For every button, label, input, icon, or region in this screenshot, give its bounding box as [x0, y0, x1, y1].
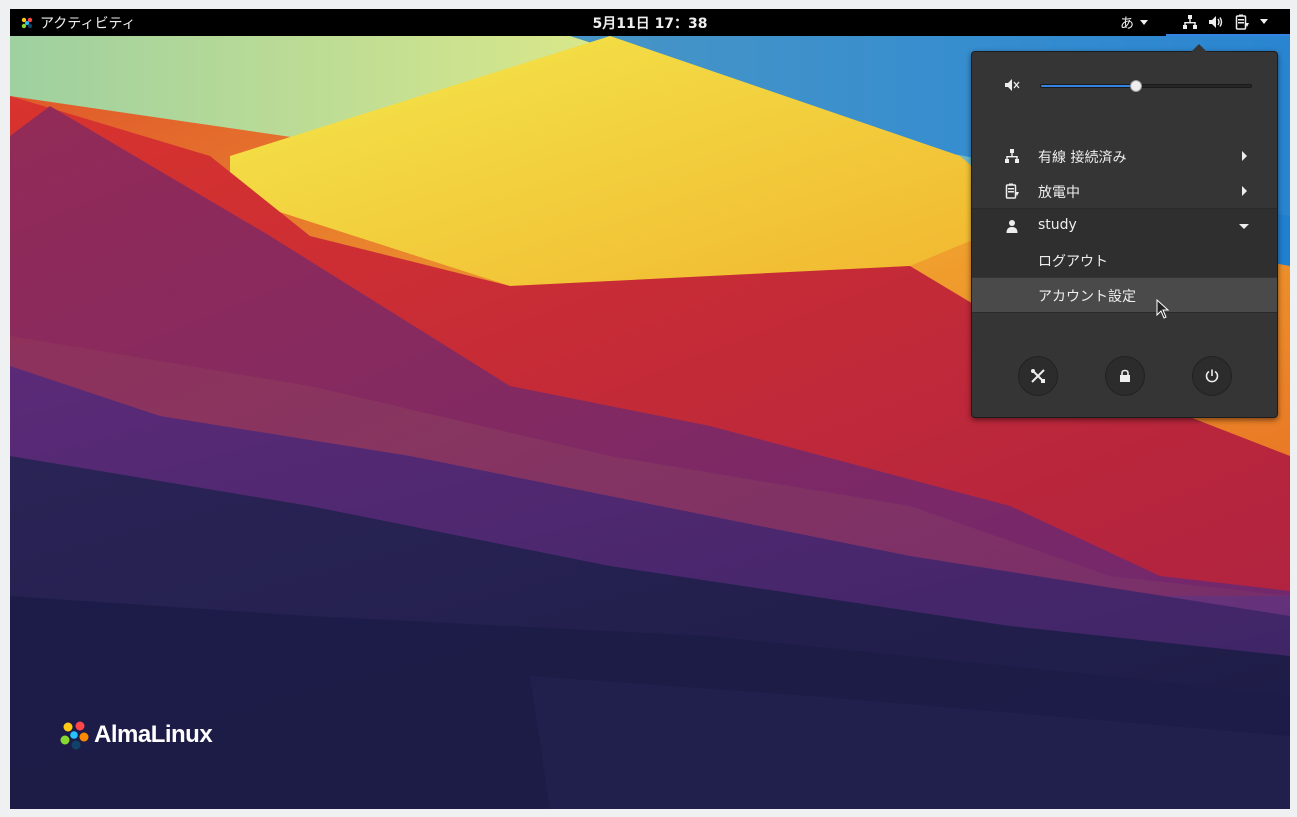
almalinux-logo-icon — [21, 17, 33, 28]
brand-name: AlmaLinux — [94, 721, 213, 748]
system-menu: 有線 接続済み 放電中 study ログアウト アカウント設定 — [971, 44, 1278, 418]
network-item[interactable]: 有線 接続済み — [972, 139, 1277, 173]
chevron-right-icon — [1242, 186, 1247, 196]
logout-label: ログアウト — [1038, 254, 1108, 270]
top-bar: アクティビティ 5月11日 17：38 あ — [10, 9, 1290, 36]
lock-icon — [1119, 369, 1130, 382]
clock-button[interactable]: 5月11日 17：38 — [592, 13, 707, 33]
chevron-down-icon — [1239, 224, 1249, 229]
almalinux-flower-icon — [60, 721, 89, 750]
almalinux-brand: AlmaLinux — [58, 719, 213, 751]
wired-network-icon — [1183, 14, 1197, 29]
chevron-down-icon — [1140, 20, 1148, 25]
settings-button[interactable] — [1017, 356, 1058, 396]
battery-item[interactable]: 放電中 — [972, 174, 1277, 208]
system-indicators[interactable] — [1166, 9, 1290, 36]
chevron-down-icon — [1260, 19, 1268, 24]
volume-slider-handle[interactable] — [1129, 80, 1142, 92]
speaker-icon — [1209, 15, 1223, 28]
battery-label: 放電中 — [1038, 185, 1080, 201]
input-method-label: あ — [1120, 15, 1134, 32]
account-settings-label: アカウント設定 — [1038, 289, 1136, 305]
speaker-muted-icon[interactable] — [1004, 77, 1020, 93]
system-action-buttons — [972, 356, 1277, 396]
tools-icon — [1030, 369, 1045, 383]
activities-button[interactable]: アクティビティ — [20, 9, 136, 36]
volume-row — [1004, 74, 1254, 94]
mouse-cursor-icon — [1156, 299, 1170, 319]
battery-icon — [1005, 183, 1019, 199]
network-label: 有線 接続済み — [1038, 150, 1127, 166]
battery-icon — [1235, 14, 1249, 30]
user-icon — [1006, 220, 1018, 233]
power-icon — [1205, 369, 1218, 383]
activities-label: アクティビティ — [40, 15, 136, 32]
lock-button[interactable] — [1104, 356, 1145, 396]
account-settings-item[interactable]: アカウント設定 — [972, 278, 1277, 313]
desktop-screen: アクティビティ 5月11日 17：38 あ AlmaLinux 有線 接続済み … — [10, 9, 1290, 809]
wired-network-icon — [1005, 149, 1019, 163]
volume-slider[interactable] — [1040, 80, 1252, 92]
power-button[interactable] — [1191, 356, 1232, 396]
menu-arrow — [1191, 44, 1207, 52]
volume-slider-fill — [1041, 85, 1136, 87]
user-name: study — [1038, 217, 1077, 233]
clock-area: 5月11日 17：38 — [10, 9, 1290, 36]
logout-item[interactable]: ログアウト — [972, 243, 1277, 277]
chevron-right-icon — [1242, 151, 1247, 161]
input-method-menu[interactable]: あ — [1120, 9, 1148, 36]
user-item[interactable]: study — [972, 208, 1277, 243]
